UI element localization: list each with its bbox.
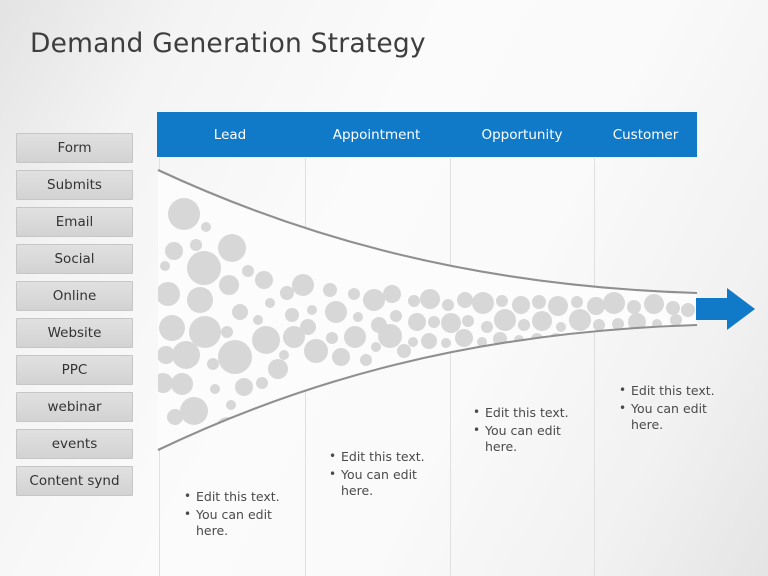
header-cell-lead[interactable]: Lead: [157, 112, 303, 157]
bullet-item: You can edit here.: [329, 466, 445, 500]
text-block-opportunity[interactable]: Edit this text. You can edit here.: [471, 404, 589, 457]
stage-header-bar: Lead Appointment Opportunity Customer: [157, 112, 697, 157]
header-cell-appointment[interactable]: Appointment: [303, 112, 450, 157]
header-label: Appointment: [332, 126, 421, 143]
bullet-item: Edit this text.: [329, 448, 445, 466]
header-label: Lead: [213, 126, 247, 143]
flow-arrow-icon: [696, 288, 755, 330]
bullet-item: You can edit here.: [184, 506, 300, 540]
bullet-item: Edit this text.: [184, 488, 300, 506]
bullet-item: You can edit here.: [473, 422, 589, 456]
header-cell-customer[interactable]: Customer: [594, 112, 697, 157]
header-label: Opportunity: [481, 126, 563, 143]
bullet-item: Edit this text.: [619, 382, 735, 400]
bullet-item: You can edit here.: [619, 400, 735, 434]
text-block-customer[interactable]: Edit this text. You can edit here.: [617, 382, 735, 435]
slide-canvas: Demand Generation Strategy Form Submits …: [0, 0, 768, 576]
text-block-lead[interactable]: Edit this text. You can edit here.: [182, 488, 300, 541]
text-block-appointment[interactable]: Edit this text. You can edit here.: [327, 448, 445, 501]
header-label: Customer: [612, 126, 679, 143]
header-cell-opportunity[interactable]: Opportunity: [450, 112, 594, 157]
bullet-item: Edit this text.: [473, 404, 589, 422]
